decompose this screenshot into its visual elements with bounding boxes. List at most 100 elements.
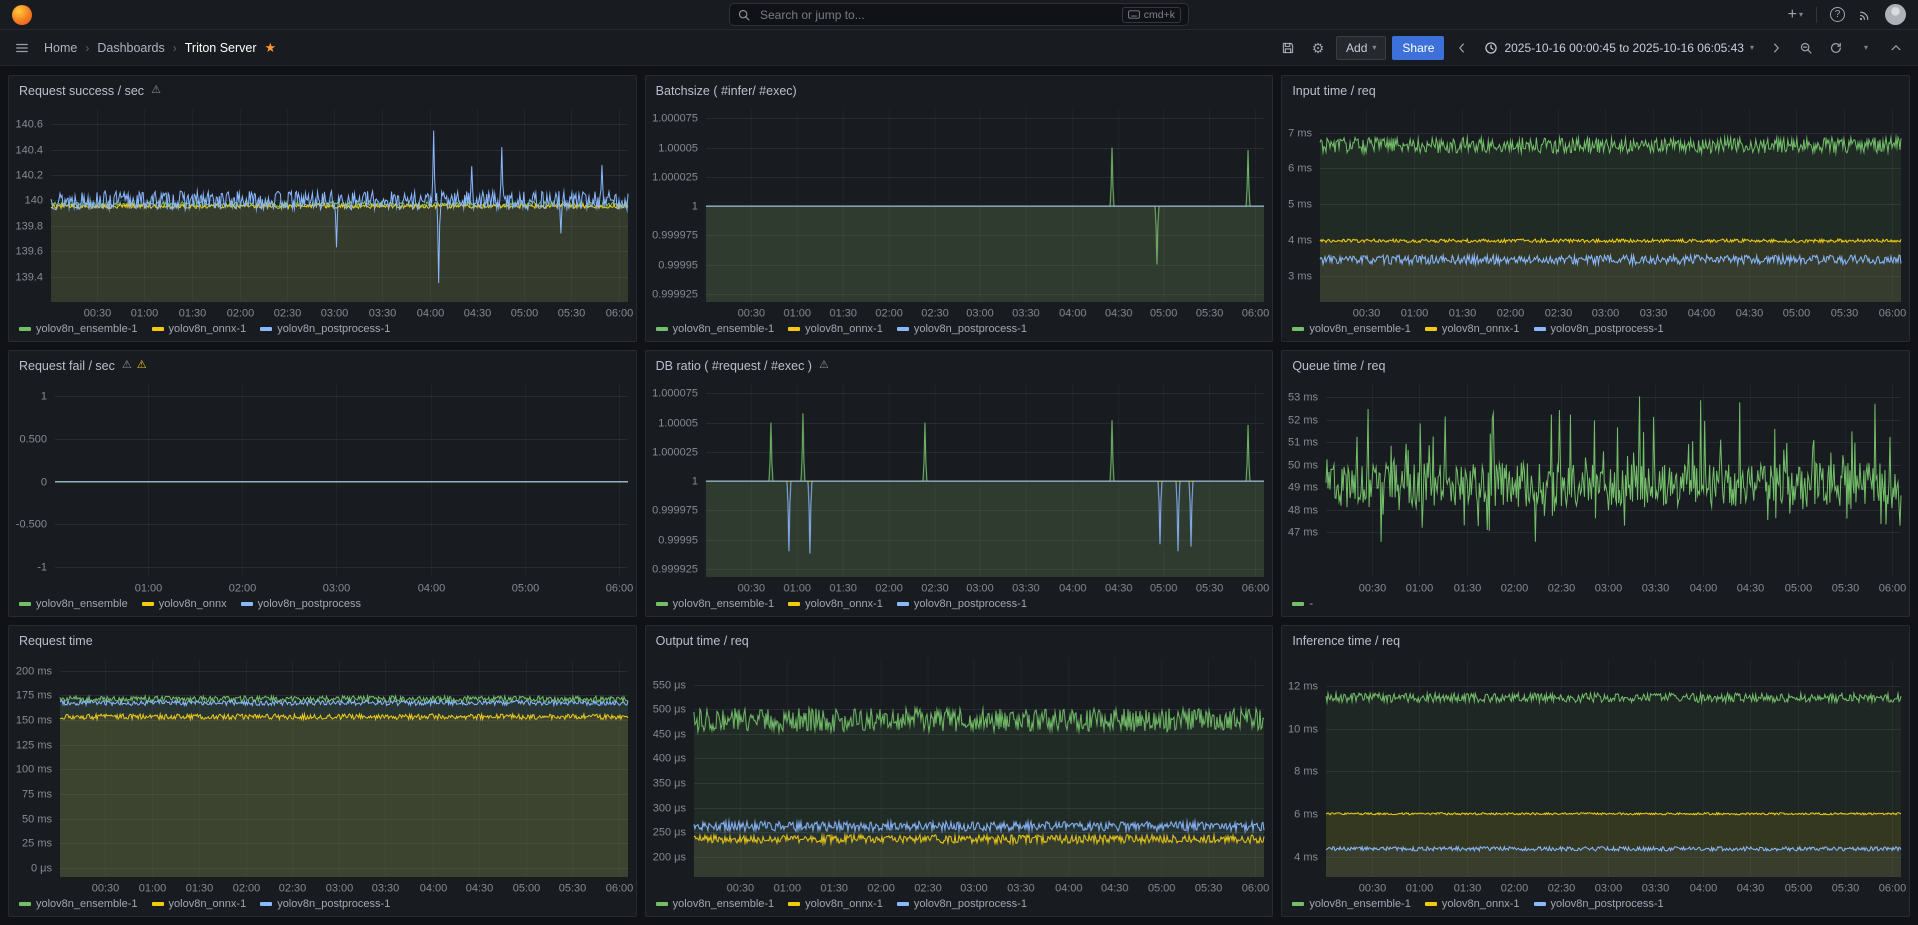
legend-item[interactable]: yolov8n_postprocess-1 [260,323,390,335]
panel-title[interactable]: Batchsize ( #infer/ #exec) [656,84,797,98]
save-dashboard-button[interactable] [1276,36,1300,60]
legend-series-swatch [656,902,668,906]
timeseries-canvas[interactable] [646,651,1273,897]
legend-item[interactable]: yolov8n_postprocess-1 [1534,323,1664,335]
timeseries-canvas[interactable] [1282,376,1909,597]
legend-item[interactable]: yolov8n_ensemble [19,598,128,610]
legend-series-label: yolov8n_postprocess-1 [277,898,390,910]
refresh-interval-button[interactable]: ▾ [1854,36,1878,60]
add-new-button[interactable]: + ▾ [1788,7,1803,23]
legend-series-swatch [897,902,909,906]
share-button[interactable]: Share [1392,36,1444,60]
panel-header[interactable]: Batchsize ( #infer/ #exec) [646,76,1273,101]
legend-item[interactable]: yolov8n_postprocess-1 [897,898,1027,910]
panel-warning-icon[interactable]: ⚠ [819,360,829,371]
legend-item[interactable]: yolov8n_ensemble-1 [19,898,138,910]
panel-title[interactable]: Request time [19,634,93,648]
time-range-back-button[interactable] [1450,36,1474,60]
legend-item[interactable]: yolov8n_ensemble-1 [1292,323,1411,335]
legend-item[interactable]: yolov8n_ensemble-1 [19,323,138,335]
timeseries-canvas[interactable] [646,101,1273,322]
panel-header[interactable]: Queue time / req [1282,351,1909,376]
legend-item[interactable]: yolov8n_postprocess-1 [897,598,1027,610]
time-range-picker[interactable]: 2025-10-16 00:00:45 to 2025-10-16 06:05:… [1480,41,1758,55]
legend-series-label: - [1309,598,1313,610]
news-rss-icon[interactable] [1858,8,1872,22]
grafana-logo[interactable] [12,5,32,25]
breadcrumb-home[interactable]: Home [44,41,77,55]
time-range-label: 2025-10-16 00:00:45 to 2025-10-16 06:05:… [1504,41,1744,55]
panel-warning-icon[interactable]: ⚠ [151,85,161,96]
panel-warning-icon[interactable]: ⚠ [137,360,147,371]
favorite-star-icon[interactable]: ★ [265,41,277,54]
legend-item[interactable]: yolov8n_ensemble-1 [656,598,775,610]
legend-item[interactable]: yolov8n_onnx [142,598,227,610]
save-icon [1281,41,1295,55]
panel-legend: yolov8n_ensemble-1 yolov8n_onnx-1 yolov8n_… [9,897,636,916]
legend-item[interactable]: yolov8n_onnx-1 [152,898,247,910]
legend-series-label: yolov8n_ensemble [36,598,128,610]
legend-item[interactable]: yolov8n_postprocess-1 [260,898,390,910]
legend-item[interactable]: yolov8n_onnx-1 [788,323,883,335]
top-header: cmd+k + ▾ ? [0,0,1918,30]
legend-series-label: yolov8n_postprocess-1 [1551,898,1664,910]
legend-item[interactable]: yolov8n_postprocess-1 [897,323,1027,335]
legend-item[interactable]: yolov8n_ensemble-1 [656,898,775,910]
search-box[interactable]: cmd+k [729,3,1189,26]
panel-header[interactable]: DB ratio ( #request / #exec ) ⚠ [646,351,1273,376]
help-icon[interactable]: ? [1830,7,1845,22]
panel-title[interactable]: Inference time / req [1292,634,1400,648]
search-input[interactable] [758,7,1115,23]
legend-item[interactable]: yolov8n_postprocess-1 [1534,898,1664,910]
timeseries-canvas[interactable] [1282,651,1909,897]
legend-item[interactable]: - [1292,598,1313,610]
timeseries-canvas[interactable] [1282,101,1909,322]
panel-info-icon[interactable]: ⚠ [122,360,132,371]
chevron-left-icon [1455,41,1469,55]
breadcrumb-dashboards[interactable]: Dashboards [97,41,164,55]
panel-title[interactable]: Output time / req [656,634,749,648]
legend-item[interactable]: yolov8n_postprocess [241,598,361,610]
legend-item[interactable]: yolov8n_onnx-1 [788,898,883,910]
dashboard-settings-button[interactable]: ⚙ [1306,36,1330,60]
legend-series-label: yolov8n_ensemble-1 [36,898,138,910]
panel-header[interactable]: Input time / req [1282,76,1909,101]
panel-header[interactable]: Request fail / sec ⚠ ⚠ [9,351,636,376]
legend-item[interactable]: yolov8n_onnx-1 [1425,323,1520,335]
legend-series-swatch [260,327,272,331]
legend-series-swatch [1534,902,1546,906]
legend-item[interactable]: yolov8n_onnx-1 [788,598,883,610]
timeseries-canvas[interactable] [9,101,636,322]
panel-title[interactable]: DB ratio ( #request / #exec ) [656,359,812,373]
panel-title[interactable]: Queue time / req [1292,359,1385,373]
user-avatar[interactable] [1885,4,1906,25]
timeseries-canvas[interactable] [646,376,1273,597]
time-range-forward-button[interactable] [1764,36,1788,60]
panel-header[interactable]: Inference time / req [1282,626,1909,651]
panel-legend: yolov8n_ensemble-1 yolov8n_onnx-1 yolov8n_… [646,897,1273,916]
legend-series-swatch [1425,902,1437,906]
collapse-toolbar-button[interactable] [1884,36,1908,60]
panel-header[interactable]: Output time / req [646,626,1273,651]
legend-item[interactable]: yolov8n_ensemble-1 [1292,898,1411,910]
timeseries-canvas[interactable] [9,651,636,897]
panel-title[interactable]: Request success / sec [19,84,144,98]
panel-header[interactable]: Request success / sec ⚠ [9,76,636,101]
legend-item[interactable]: yolov8n_onnx-1 [152,323,247,335]
refresh-button[interactable] [1824,36,1848,60]
menu-toggle-button[interactable] [10,36,34,60]
legend-series-label: yolov8n_ensemble-1 [1309,898,1411,910]
legend-series-swatch [897,327,909,331]
legend-item[interactable]: yolov8n_onnx-1 [1425,898,1520,910]
panel-header[interactable]: Request time [9,626,636,651]
gear-icon: ⚙ [1312,41,1325,55]
timeseries-canvas[interactable] [9,376,636,597]
legend-item[interactable]: yolov8n_ensemble-1 [656,323,775,335]
add-panel-button[interactable]: Add ▾ [1336,36,1386,60]
legend-series-swatch [142,602,154,606]
breadcrumb-current[interactable]: Triton Server [185,41,257,55]
panel-title[interactable]: Request fail / sec [19,359,115,373]
breadcrumb: Home › Dashboards › Triton Server ★ [44,41,276,55]
panel-title[interactable]: Input time / req [1292,84,1375,98]
zoom-out-button[interactable] [1794,36,1818,60]
